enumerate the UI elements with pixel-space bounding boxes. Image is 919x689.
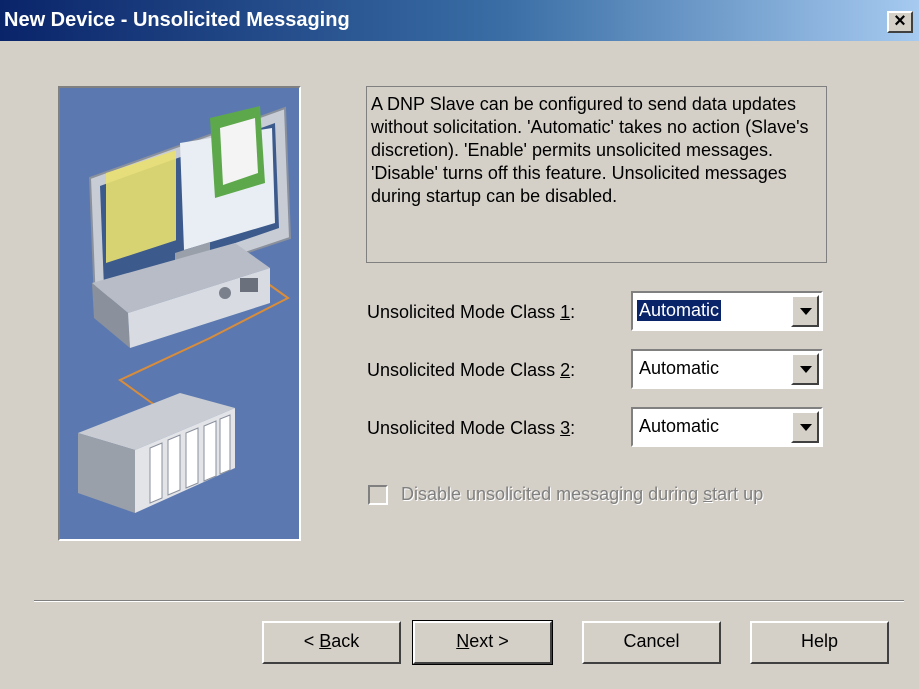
dropdown-arrow-icon[interactable]: [791, 411, 819, 443]
close-button[interactable]: ×: [887, 11, 913, 33]
description-box: A DNP Slave can be configured to send da…: [366, 86, 827, 263]
help-button[interactable]: Help: [750, 621, 889, 664]
class-1-value: Automatic: [635, 299, 723, 322]
disable-startup-label: Disable unsolicited messaging during sta…: [401, 484, 764, 504]
next-button[interactable]: Next >: [412, 620, 553, 665]
separator: [34, 600, 904, 602]
class-1-label: Unsolicited Mode Class 1:: [367, 302, 576, 322]
class-3-label: Unsolicited Mode Class 3:: [367, 418, 576, 438]
disable-startup-checkbox[interactable]: [368, 485, 388, 505]
class-2-label: Unsolicited Mode Class 2:: [367, 360, 576, 380]
class-2-select[interactable]: Automatic: [631, 349, 823, 389]
wizard-illustration: [58, 86, 301, 541]
dropdown-arrow-icon[interactable]: [791, 353, 819, 385]
title-bar: New Device - Unsolicited Messaging ×: [0, 0, 919, 41]
class-3-select[interactable]: Automatic: [631, 407, 823, 447]
dropdown-arrow-icon[interactable]: [791, 295, 819, 327]
cancel-button[interactable]: Cancel: [582, 621, 721, 664]
class-2-value: Automatic: [639, 358, 720, 378]
back-button[interactable]: < Back: [262, 621, 401, 664]
window-title: New Device - Unsolicited Messaging: [4, 9, 350, 31]
computer-plc-illustration: [78, 106, 292, 513]
class-3-value: Automatic: [639, 416, 720, 436]
class-1-select[interactable]: Automatic: [631, 291, 823, 331]
